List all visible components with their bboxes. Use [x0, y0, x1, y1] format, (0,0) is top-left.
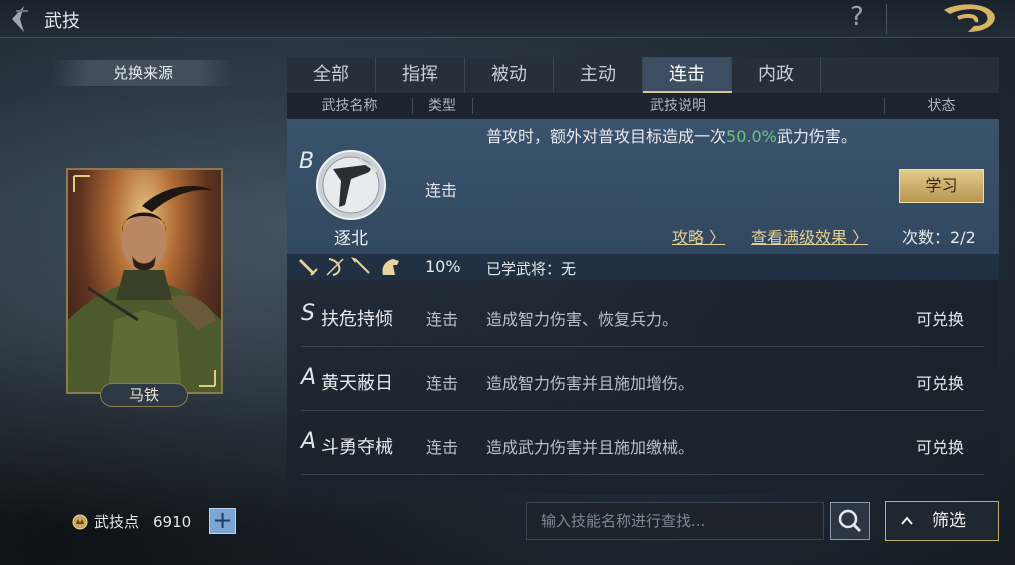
help-icon[interactable]: ? — [850, 2, 864, 32]
tab-all[interactable]: 全部 — [287, 57, 376, 93]
skill-status: 可兑换 — [916, 310, 965, 329]
divider — [886, 4, 887, 34]
infantry-icon — [299, 259, 318, 276]
skill-grade: S — [301, 301, 315, 326]
tab-combo[interactable]: 连击 — [643, 57, 732, 93]
skill-row[interactable]: S 扶危持倾 连击 造成智力伤害、恢复兵力。 可兑换 — [301, 283, 984, 347]
skill-status: 可兑换 — [916, 374, 965, 393]
skill-type: 连击 — [426, 374, 459, 393]
general-name-tag: 马铁 — [100, 383, 188, 407]
skill-type: 连击 — [426, 438, 459, 457]
skill-description: 普攻时，额外对普攻目标造成一次50.0%武力伤害。 — [486, 126, 876, 148]
skill-list-panel: 全部 指挥 被动 主动 连击 内政 武技名称 类型 武技说明 状态 B 逐北 连… — [287, 57, 999, 495]
trigger-chance: 10% — [425, 257, 461, 276]
chevron-up-icon — [901, 516, 913, 525]
guide-link[interactable]: 攻略 〉 — [672, 224, 725, 248]
spearman-icon — [351, 257, 370, 274]
desc-highlight-value: 50.0% — [726, 127, 777, 146]
col-status: 状态 — [927, 98, 956, 114]
archer-icon — [326, 258, 344, 276]
filter-label: 筛选 — [932, 511, 966, 531]
skill-description: 造成智力伤害、恢复兵力。 — [486, 310, 679, 329]
skill-row[interactable]: A 黄天蔽日 连击 造成智力伤害并且施加增伤。 可兑换 — [301, 347, 984, 411]
skill-row[interactable]: A 斗勇夺械 连击 造成武力伤害并且施加缴械。 可兑换 — [301, 411, 984, 475]
skill-description: 造成智力伤害并且施加增伤。 — [486, 374, 695, 393]
top-bar: 武技 ? — [0, 0, 1015, 38]
search-icon — [838, 509, 862, 533]
skill-grade: A — [301, 365, 317, 390]
skill-name: 扶危持倾 — [321, 309, 393, 330]
column-header: 武技名称 类型 武技说明 状态 — [287, 93, 999, 119]
tab-bar: 全部 指挥 被动 主动 连击 内政 — [287, 57, 999, 93]
col-name: 武技名称 — [321, 98, 378, 114]
tab-active[interactable]: 主动 — [554, 57, 643, 93]
skill-status: 可兑换 — [916, 438, 965, 457]
tab-command[interactable]: 指挥 — [376, 57, 465, 93]
learn-count: 次数：2/2 — [902, 228, 976, 247]
skill-sub-bar: 10% 已学武将：无 — [287, 254, 999, 280]
page-title: 武技 — [44, 11, 80, 32]
troop-type-icons — [299, 257, 399, 276]
skill-grade: A — [301, 429, 317, 454]
skill-name: 斗勇夺械 — [321, 437, 393, 458]
learn-button[interactable]: 学习 — [899, 169, 984, 203]
back-icon[interactable] — [4, 2, 34, 36]
dragon-logo-icon[interactable] — [938, 2, 1000, 36]
general-figure-icon — [68, 175, 221, 392]
skill-type: 连击 — [426, 310, 459, 329]
skill-point-coin-icon — [72, 514, 88, 529]
max-level-effect-link[interactable]: 查看满级效果 〉 — [751, 224, 868, 248]
skill-icon — [316, 150, 386, 220]
skill-name: 黄天蔽日 — [321, 373, 393, 394]
exchange-source-header: 兑换来源 — [52, 60, 234, 86]
skill-grade: B — [299, 149, 315, 174]
col-desc: 武技说明 — [650, 98, 706, 114]
cavalry-icon — [382, 259, 399, 275]
tab-passive[interactable]: 被动 — [465, 57, 554, 93]
skill-points: 武技点 6910 — [72, 511, 191, 532]
col-type: 类型 — [428, 98, 456, 114]
skill-type: 连击 — [425, 181, 458, 200]
skill-name: 逐北 — [334, 229, 368, 249]
search-button[interactable] — [830, 502, 870, 540]
skill-search-input[interactable] — [526, 502, 824, 540]
filter-button[interactable]: 筛选 — [885, 501, 999, 541]
desc-text-end: 武力伤害。 — [776, 127, 857, 146]
general-portrait[interactable] — [66, 168, 223, 394]
skill-points-value: 6910 — [153, 512, 192, 531]
add-points-button[interactable]: + — [209, 508, 236, 534]
tab-internal-affairs[interactable]: 内政 — [732, 57, 821, 93]
skill-points-label: 武技点 — [94, 513, 140, 531]
learned-generals: 已学武将：无 — [486, 260, 577, 278]
skill-description: 造成武力伤害并且施加缴械。 — [486, 438, 695, 457]
selected-skill-row[interactable]: B 逐北 连击 普攻时，额外对普攻目标造成一次50.0%武力伤害。 学习 攻略 … — [287, 119, 999, 280]
desc-text: 普攻时，额外对普攻目标造成一次 — [486, 127, 727, 146]
